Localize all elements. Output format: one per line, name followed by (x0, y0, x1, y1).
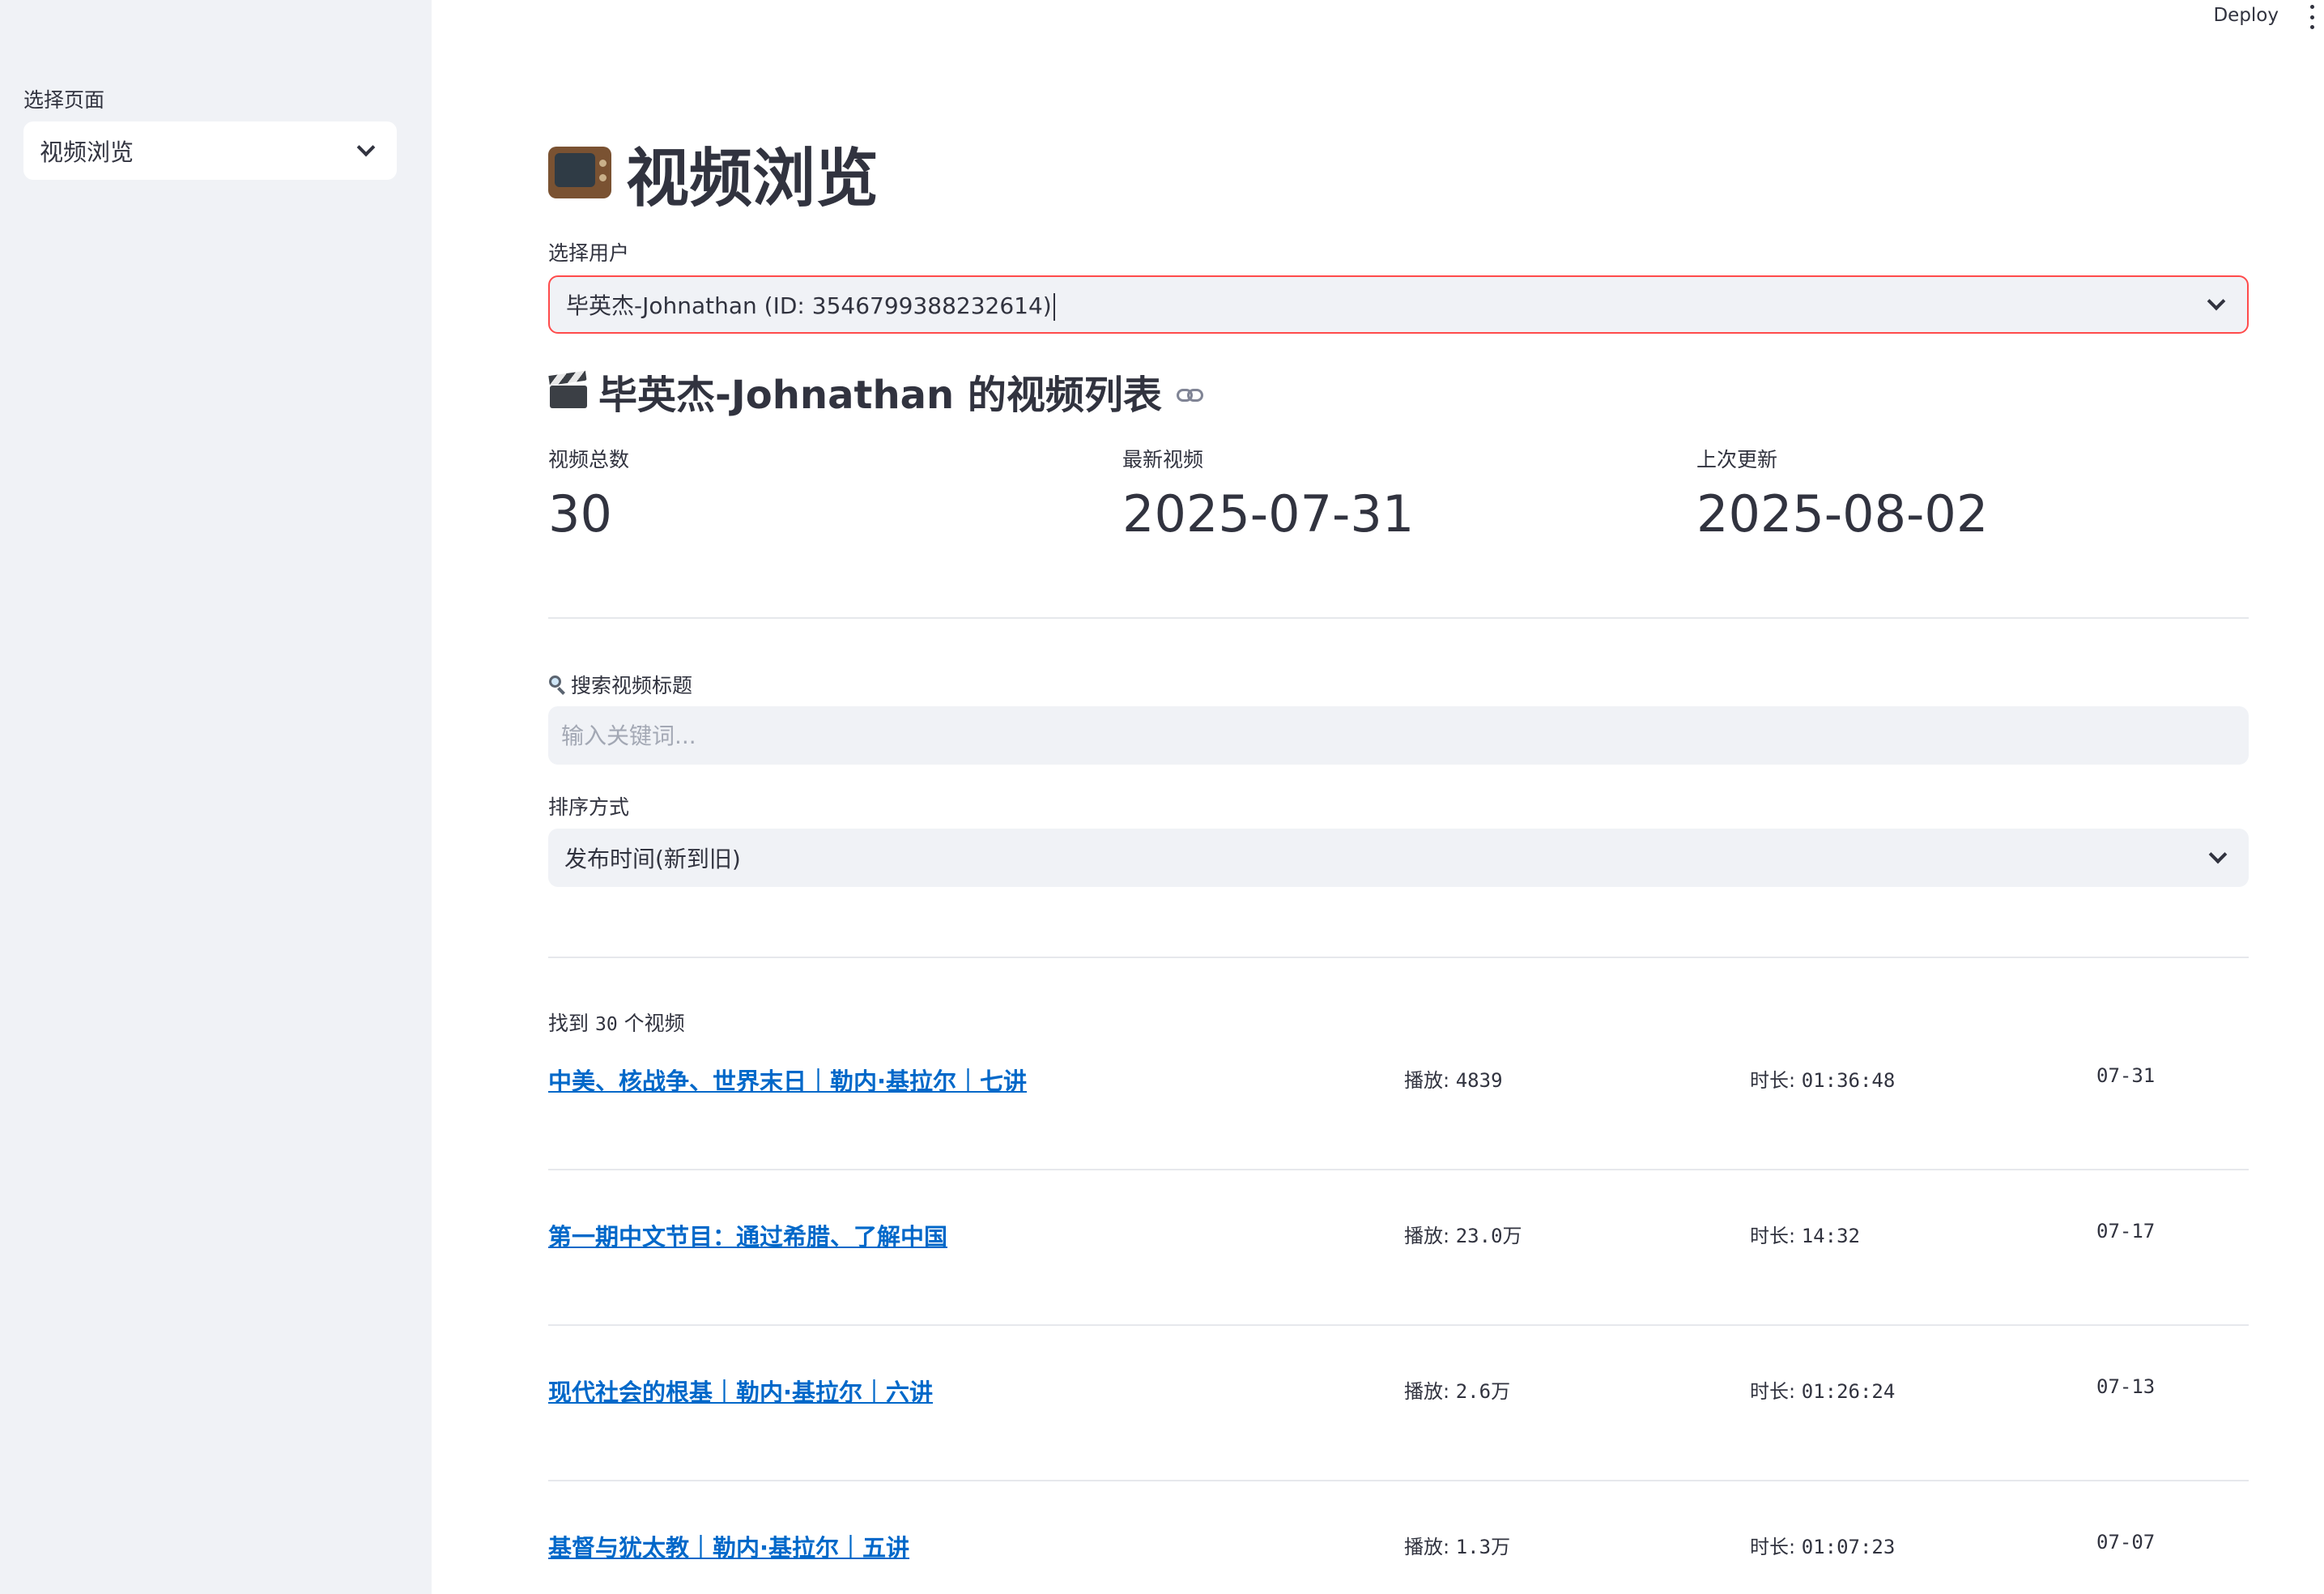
video-title-link[interactable]: 中美、核战争、世界末日｜勒内·基拉尔｜七讲 (548, 1063, 1027, 1097)
metric-last-updated: 上次更新 2025-08-02 (1696, 444, 1988, 543)
divider (548, 1480, 2249, 1481)
user-select-value: 毕英杰-Johnathan (ID: 3546799388232614) (566, 292, 1052, 319)
metric-label: 最新视频 (1122, 448, 1204, 471)
video-title-link[interactable]: 基督与犹太教｜勒内·基拉尔｜五讲 (548, 1529, 909, 1563)
video-duration: 时长: 01:26:24 (1750, 1380, 1896, 1403)
video-date: 07-07 (2096, 1531, 2156, 1554)
video-date: 07-13 (2096, 1375, 2156, 1398)
page-select-label: 选择页面 (23, 88, 105, 112)
metric-latest-video: 最新视频 2025-07-31 (1122, 444, 1414, 543)
search-input[interactable] (548, 706, 2249, 765)
deploy-button[interactable]: Deploy (2213, 5, 2279, 26)
chevron-down-icon (2208, 845, 2228, 864)
video-row: 中美、核战争、世界末日｜勒内·基拉尔｜七讲 播放: 4839 时长: 01:36… (548, 1063, 2249, 1111)
video-duration: 时长: 01:36:48 (1750, 1069, 1896, 1092)
clapper-board-icon (548, 370, 589, 410)
video-row: 基督与犹太教｜勒内·基拉尔｜五讲 播放: 1.3万 时长: 01:07:23 0… (548, 1529, 2249, 1578)
link-icon[interactable] (1176, 389, 1204, 403)
page-title: 视频浏览 (548, 128, 879, 219)
chevron-down-icon (356, 138, 376, 157)
section-title: 毕英杰-Johnathan 的视频列表 (548, 363, 1204, 420)
search-label: 搜索视频标题 (548, 670, 692, 699)
video-row: 现代社会的根基｜勒内·基拉尔｜六讲 播放: 2.6万 时长: 01:26:24 … (548, 1374, 2249, 1422)
section-title-text: 毕英杰-Johnathan 的视频列表 (598, 373, 1162, 418)
metric-value: 2025-08-02 (1696, 484, 1989, 543)
video-title-link[interactable]: 现代社会的根基｜勒内·基拉尔｜六讲 (548, 1374, 933, 1408)
video-date: 07-17 (2096, 1220, 2156, 1242)
video-views: 播放: 4839 (1404, 1069, 1503, 1092)
sort-select-label: 排序方式 (548, 795, 630, 819)
page-title-text: 视频浏览 (626, 143, 879, 215)
video-views: 播放: 2.6万 (1404, 1380, 1511, 1403)
video-duration: 时长: 01:07:23 (1750, 1536, 1896, 1558)
video-duration: 时长: 14:32 (1750, 1225, 1860, 1247)
divider (548, 617, 2249, 619)
divider (548, 1169, 2249, 1170)
video-title-link[interactable]: 第一期中文节目：通过希腊、了解中国 (548, 1218, 947, 1252)
sort-select[interactable]: 发布时间(新到旧) (548, 829, 2249, 887)
text-cursor (1053, 293, 1055, 321)
result-count: 找到 30 个视频 (548, 1012, 685, 1035)
divider (548, 1324, 2249, 1326)
metric-label: 视频总数 (548, 448, 630, 471)
metric-total-videos: 视频总数 30 (548, 444, 629, 543)
user-select[interactable]: 毕英杰-Johnathan (ID: 3546799388232614) (548, 275, 2249, 334)
sort-select-value: 发布时间(新到旧) (564, 846, 741, 872)
user-select-label: 选择用户 (548, 241, 630, 265)
kebab-menu-icon[interactable] (2306, 5, 2318, 29)
metric-label: 上次更新 (1696, 448, 1778, 471)
video-views: 播放: 1.3万 (1404, 1536, 1511, 1558)
page-select-value: 视频浏览 (40, 139, 134, 166)
divider (548, 957, 2249, 958)
metric-value: 2025-07-31 (1122, 484, 1415, 543)
search-label-text: 搜索视频标题 (571, 674, 693, 697)
video-date: 07-31 (2096, 1064, 2156, 1087)
magnifier-icon (548, 675, 566, 695)
result-count-number: 30 (594, 1014, 618, 1035)
metric-value: 30 (548, 484, 612, 543)
video-row: 第一期中文节目：通过希腊、了解中国 播放: 23.0万 时长: 14:32 07… (548, 1218, 2249, 1267)
video-views: 播放: 23.0万 (1404, 1225, 1522, 1247)
television-icon (548, 142, 613, 205)
page-select[interactable]: 视频浏览 (23, 121, 397, 180)
chevron-down-icon (2207, 292, 2226, 311)
sidebar: 选择页面 视频浏览 (0, 0, 432, 1594)
